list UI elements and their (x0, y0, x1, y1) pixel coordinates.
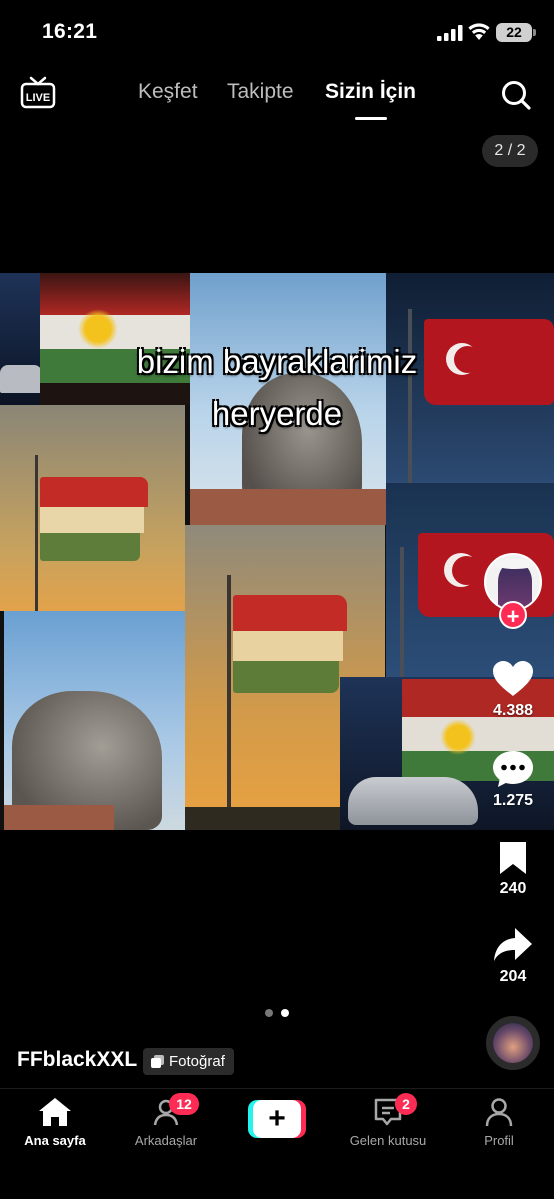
collage-kurdish-flag-sunset-left (0, 405, 185, 611)
music-disc-art (493, 1023, 533, 1063)
cellular-signal-icon (437, 25, 463, 41)
collage-statue-bottom-left (4, 611, 185, 830)
flag-green (233, 661, 339, 693)
wifi-icon (468, 23, 490, 40)
flag-red (40, 273, 190, 315)
profile-icon (485, 1098, 513, 1127)
caption-line-2: heryerde (211, 395, 343, 432)
tab-following[interactable]: Takipte (227, 80, 294, 104)
like-button[interactable]: 4.388 (483, 660, 543, 720)
photo-type-label: Fotoğraf (169, 1053, 225, 1070)
bookmark-icon (500, 842, 526, 874)
friends-badge: 12 (169, 1093, 199, 1115)
share-count: 204 (499, 968, 527, 985)
music-disc[interactable] (486, 1016, 540, 1070)
collage-city-car-topleft (0, 273, 42, 405)
search-icon[interactable] (500, 79, 532, 111)
like-count: 4.388 (492, 702, 534, 719)
car-shape (348, 777, 478, 825)
status-bar: 16:21 22 (0, 0, 554, 66)
heart-icon (493, 661, 533, 696)
comment-button[interactable]: 1.275 (483, 750, 543, 810)
nav-friends-label: Arkadaşlar (134, 1133, 198, 1148)
follow-button[interactable]: + (499, 601, 527, 629)
share-button[interactable]: 204 (483, 926, 543, 986)
author-username[interactable]: FFblackXXL (17, 1048, 137, 1072)
active-tab-indicator (355, 117, 387, 120)
nav-home[interactable]: Ana sayfa (5, 1097, 105, 1148)
nav-inbox-label: Gelen kutusu (349, 1133, 427, 1148)
share-arrow-icon (494, 928, 532, 961)
tab-for-you[interactable]: Sizin İçin (325, 80, 416, 104)
flag-red (233, 595, 347, 631)
kurdish-flag-white (402, 717, 554, 751)
statue-roof (4, 805, 114, 830)
flag-white (233, 631, 343, 661)
create-button[interactable]: + (248, 1100, 306, 1138)
page-counter: 2 / 2 (482, 135, 538, 167)
tab-discover[interactable]: Keşfet (138, 80, 198, 104)
comment-icon (493, 751, 533, 787)
flag-pole (227, 575, 231, 830)
flag-white (40, 507, 144, 533)
home-icon (39, 1098, 71, 1126)
nav-profile-label: Profil (484, 1133, 514, 1148)
nav-home-label: Ana sayfa (24, 1133, 86, 1148)
battery-indicator: 22 (496, 23, 536, 42)
carousel-dot-1[interactable] (265, 1009, 273, 1017)
photo-stack-icon (151, 1055, 164, 1068)
flag-crescent-cut (452, 556, 481, 585)
flag-pole (400, 547, 404, 679)
photo-type-badge: Fotoğraf (143, 1048, 234, 1075)
save-count: 240 (499, 880, 527, 897)
flag-green (40, 533, 140, 561)
comment-count: 1.275 (492, 792, 534, 809)
inbox-badge: 2 (395, 1093, 417, 1115)
top-tabs: Keşfet Takipte Sizin İçin (0, 80, 554, 120)
flag-sun (440, 719, 476, 755)
nav-profile[interactable]: Profil (449, 1097, 549, 1148)
plus-icon: + (253, 1100, 301, 1138)
avatar-hat (494, 559, 536, 569)
post-photo-collage[interactable]: bizim bayraklarimiz heryerde (0, 273, 554, 830)
nav-inbox[interactable]: 2 Gelen kutusu (338, 1093, 438, 1148)
flag-pole (35, 455, 38, 611)
carousel-dot-2-active[interactable] (281, 1009, 289, 1017)
save-button[interactable]: 240 (483, 840, 543, 898)
nav-friends[interactable]: 12 Arkadaşlar (116, 1093, 216, 1148)
statue-roof (190, 489, 386, 525)
collage-kurdish-flag-topleft (40, 273, 190, 405)
flag-red (40, 477, 148, 507)
status-time: 16:21 (42, 20, 98, 43)
caption-line-1: bizim bayraklarimiz (136, 343, 418, 380)
